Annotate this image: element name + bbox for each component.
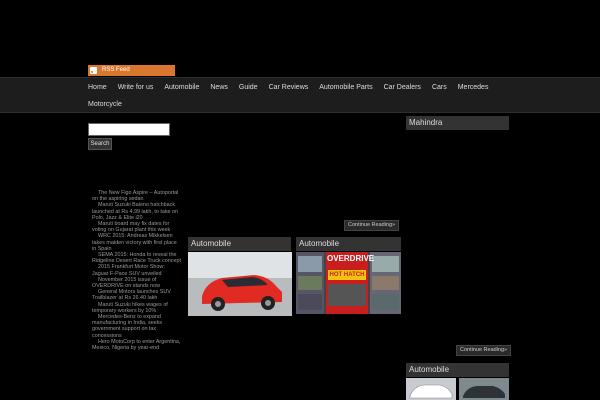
news-item-link[interactable]: Maruti Suzuki Baleno hatchback launched … xyxy=(92,202,182,221)
box-title-automobile[interactable]: Automobile xyxy=(188,237,291,251)
news-item-link[interactable]: The New Figo Aspire – Autoportal on the … xyxy=(92,190,182,202)
car-thumbnail-image[interactable] xyxy=(406,378,456,400)
nav-item-automobile-parts[interactable]: Automobile Parts xyxy=(319,82,372,94)
continue-reading-link[interactable]: Continue Reading» xyxy=(344,220,400,231)
news-item-link[interactable]: 2015 Frankfurt Motor Show: Jaguar F-Pace… xyxy=(92,264,182,276)
magazine-title: OVERDRIVE xyxy=(327,254,375,263)
continue-reading-link[interactable]: Continue Reading» xyxy=(456,345,512,356)
car-thumbnail-image[interactable] xyxy=(459,378,509,400)
box-title-automobile[interactable]: Automobile xyxy=(296,237,401,251)
nav-item-motorcycle[interactable]: Motorcycle xyxy=(88,99,122,111)
nav-item-automobile[interactable]: Automobile xyxy=(164,82,199,94)
nav-item-mercedes[interactable]: Mercedes xyxy=(458,82,489,94)
news-item-link[interactable]: General Motors launches SUV Trailblazer … xyxy=(92,289,182,301)
news-item-link[interactable]: Maruti board may fix dates for voting on… xyxy=(92,221,182,233)
nav-item-cars[interactable]: Cars xyxy=(432,82,447,94)
nav-item-car-dealers[interactable]: Car Dealers xyxy=(384,82,421,94)
red-car-image[interactable] xyxy=(188,252,292,316)
news-item-link[interactable]: Mercedes-Benz to expand manufacturing in… xyxy=(92,314,182,339)
news-item-link[interactable]: SEMA 2015: Honda to reveal the Ridgeline… xyxy=(92,252,182,264)
search-button[interactable]: Search xyxy=(88,138,112,150)
nav-row-2: Motorcycle xyxy=(88,99,133,111)
box-title-automobile[interactable]: Automobile xyxy=(406,363,509,377)
nav-item-write-for-us[interactable]: Write for us xyxy=(118,82,154,94)
nav-item-news[interactable]: News xyxy=(210,82,228,94)
nav-item-home[interactable]: Home xyxy=(88,82,107,94)
rss-feed-link[interactable]: RSS Feed xyxy=(88,65,175,76)
rss-feed-label: RSS Feed xyxy=(102,67,130,73)
news-item-link[interactable]: Hero MotoCorp to enter Argentina, Mexico… xyxy=(92,339,182,351)
nav-item-guide[interactable]: Guide xyxy=(239,82,258,94)
recent-news-list: The New Figo Aspire – Autoportal on the … xyxy=(92,190,182,351)
magazine-headline: HOT HATCH xyxy=(329,272,365,278)
nav-item-car-reviews[interactable]: Car Reviews xyxy=(269,82,309,94)
search-input[interactable] xyxy=(88,123,170,136)
magazine-cover-image[interactable]: OVERDRIVE HOT HATCH xyxy=(296,252,401,314)
news-item-link[interactable]: WRC 2015: Andreas Mikkelsen takes maiden… xyxy=(92,233,182,252)
rss-icon xyxy=(90,67,97,74)
box-title-mahindra[interactable]: Mahindra xyxy=(406,116,509,130)
nav-row-1: Home Write for us Automobile News Guide Car R… xyxy=(88,82,499,94)
news-item-link[interactable]: Maruti Suzuki hikes wages of temporary w… xyxy=(92,302,182,314)
main-navigation: Home Write for us Automobile News Guide Car R… xyxy=(0,77,600,113)
news-item-link[interactable]: November 2015 issue of OVERDRIVE on stan… xyxy=(92,277,182,289)
